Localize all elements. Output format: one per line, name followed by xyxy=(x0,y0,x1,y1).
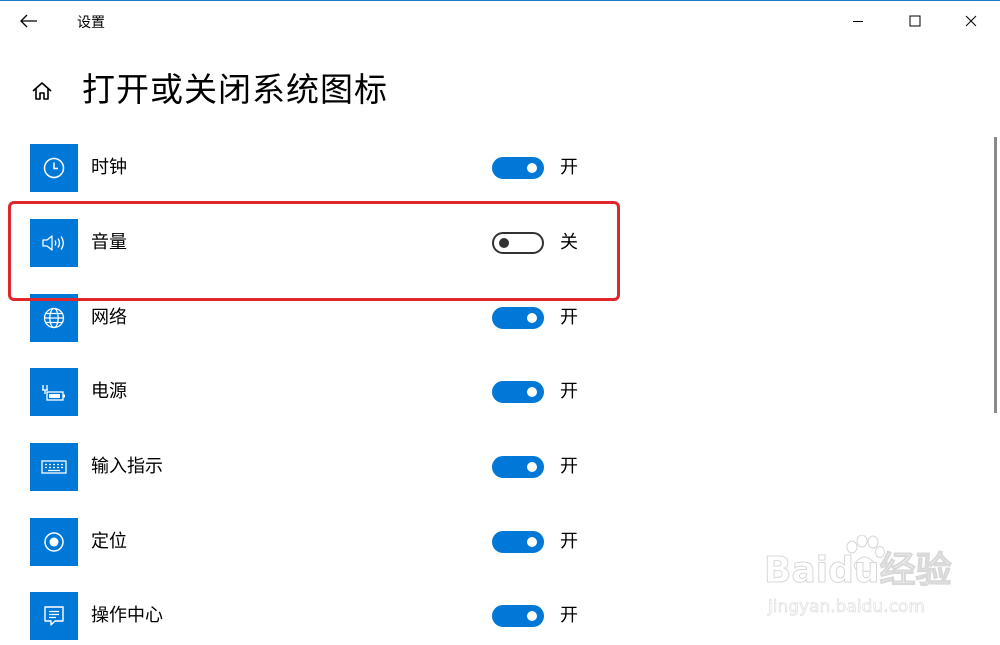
watermark-url: jingyan.baidu.com xyxy=(768,597,925,618)
toggle-state-label: 开 xyxy=(560,157,578,178)
toggle-state-label: 开 xyxy=(560,307,578,328)
globe-icon xyxy=(30,294,78,342)
settings-window: 设置 打开或关闭系统图标 时钟 开 音量 关 网络 开 电源 开 输入指示 开 … xyxy=(0,0,1000,645)
back-button[interactable] xyxy=(14,7,44,35)
toggle-knob xyxy=(527,313,537,323)
action-center-icon xyxy=(30,592,78,640)
toggle-switch[interactable] xyxy=(492,531,544,553)
list-item-input-indicator: 输入指示 开 xyxy=(30,443,630,491)
list-item-location: 定位 开 xyxy=(30,518,630,566)
toggle-knob xyxy=(527,611,537,621)
item-label: 定位 xyxy=(91,531,127,552)
maximize-icon xyxy=(909,15,921,27)
minimize-button[interactable] xyxy=(838,5,878,37)
toggle-state-label: 开 xyxy=(560,456,578,477)
toggle-state-label: 开 xyxy=(560,531,578,552)
battery-plug-icon xyxy=(30,368,78,416)
toggle-switch[interactable] xyxy=(492,381,544,403)
toggle-switch[interactable] xyxy=(492,307,544,329)
toggle-knob xyxy=(527,387,537,397)
home-button[interactable] xyxy=(28,77,56,105)
home-icon xyxy=(32,82,52,100)
close-button[interactable] xyxy=(951,5,991,37)
toggle-state-label: 开 xyxy=(560,605,578,626)
item-label: 网络 xyxy=(91,307,127,328)
toggle-knob xyxy=(527,537,537,547)
scrollbar-thumb[interactable] xyxy=(994,137,997,413)
close-icon xyxy=(965,15,977,27)
item-label: 时钟 xyxy=(91,157,127,178)
list-item-action-center: 操作中心 开 xyxy=(30,592,630,640)
baidu-watermark: Baidu经验 jingyan.baidu.com xyxy=(763,535,984,621)
toggle-knob xyxy=(527,163,537,173)
list-item-network: 网络 开 xyxy=(30,294,630,342)
minimize-icon xyxy=(853,21,863,22)
back-arrow-icon xyxy=(20,14,37,28)
item-label: 输入指示 xyxy=(91,456,163,477)
keyboard-icon xyxy=(30,443,78,491)
item-label: 操作中心 xyxy=(91,605,163,626)
page-title: 打开或关闭系统图标 xyxy=(82,70,388,109)
watermark-brand: Baidu经验 xyxy=(763,550,952,592)
maximize-button[interactable] xyxy=(895,5,935,37)
toggle-switch[interactable] xyxy=(492,456,544,478)
toggle-switch[interactable] xyxy=(492,605,544,627)
list-item-power: 电源 开 xyxy=(30,368,630,416)
list-item-clock: 时钟 开 xyxy=(30,144,630,192)
toggle-switch[interactable] xyxy=(492,157,544,179)
location-icon xyxy=(30,518,78,566)
item-label: 电源 xyxy=(91,381,127,402)
clock-icon xyxy=(30,144,78,192)
title-bar: 设置 xyxy=(0,1,1000,41)
app-title: 设置 xyxy=(77,15,105,31)
toggle-knob xyxy=(527,462,537,472)
highlight-annotation xyxy=(8,201,620,301)
toggle-state-label: 开 xyxy=(560,381,578,402)
